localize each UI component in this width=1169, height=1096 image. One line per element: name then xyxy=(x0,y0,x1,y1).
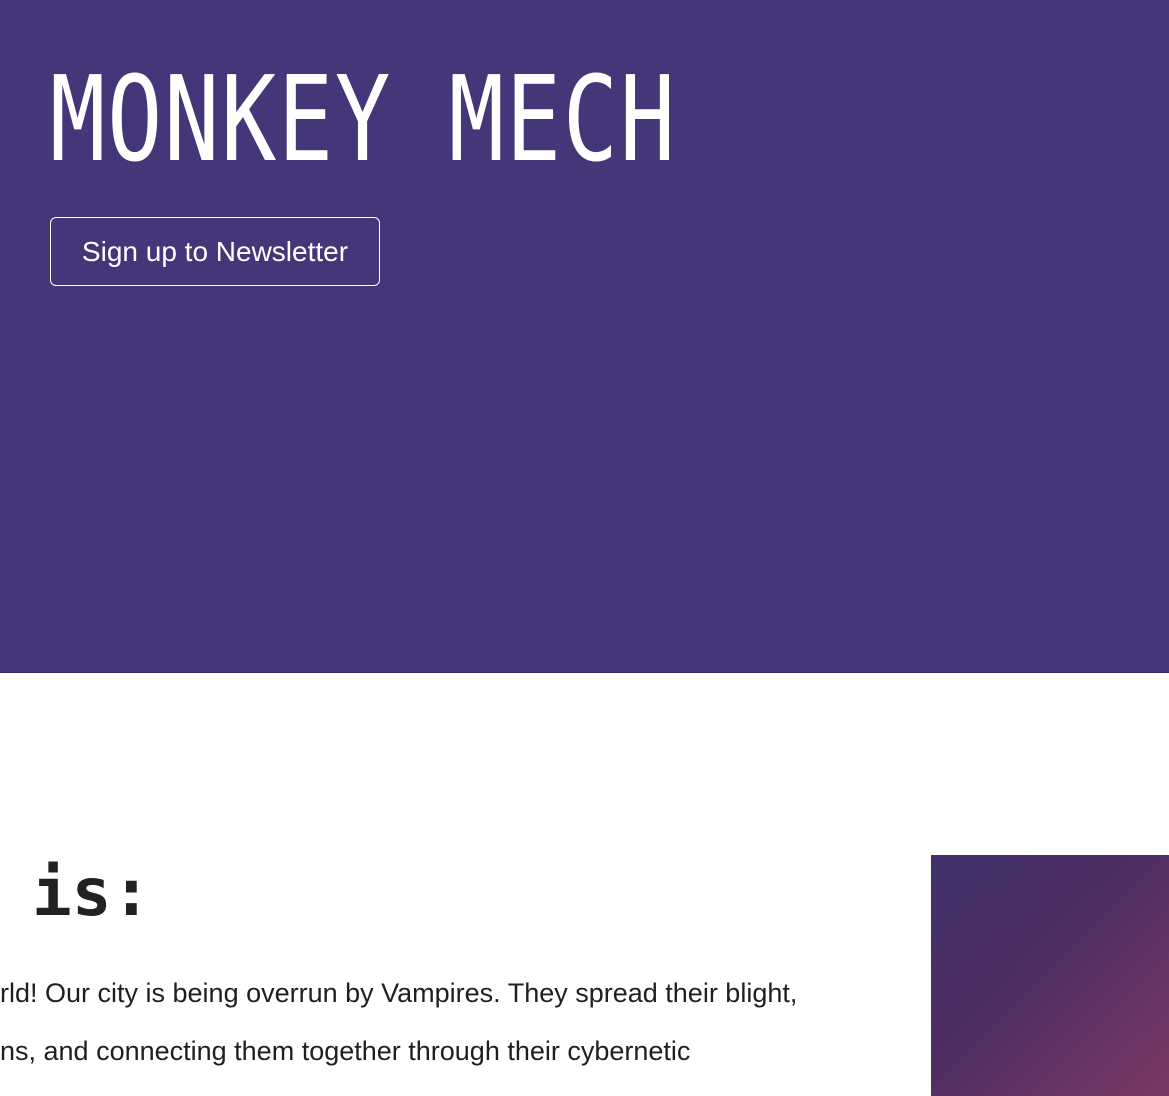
section-heading: is: xyxy=(32,854,152,931)
paragraph-line: rld! Our city is being overrun by Vampir… xyxy=(0,978,798,1008)
site-title: MONKEY MECH xyxy=(50,50,677,188)
about-paragraph: rld! Our city is being overrun by Vampir… xyxy=(0,972,900,1096)
hero-banner: MONKEY MECH Sign up to Newsletter xyxy=(0,0,1169,673)
feature-image xyxy=(931,855,1169,1096)
paragraph-line: ns, and connecting them together through… xyxy=(0,1036,691,1066)
newsletter-signup-button[interactable]: Sign up to Newsletter xyxy=(50,217,380,286)
